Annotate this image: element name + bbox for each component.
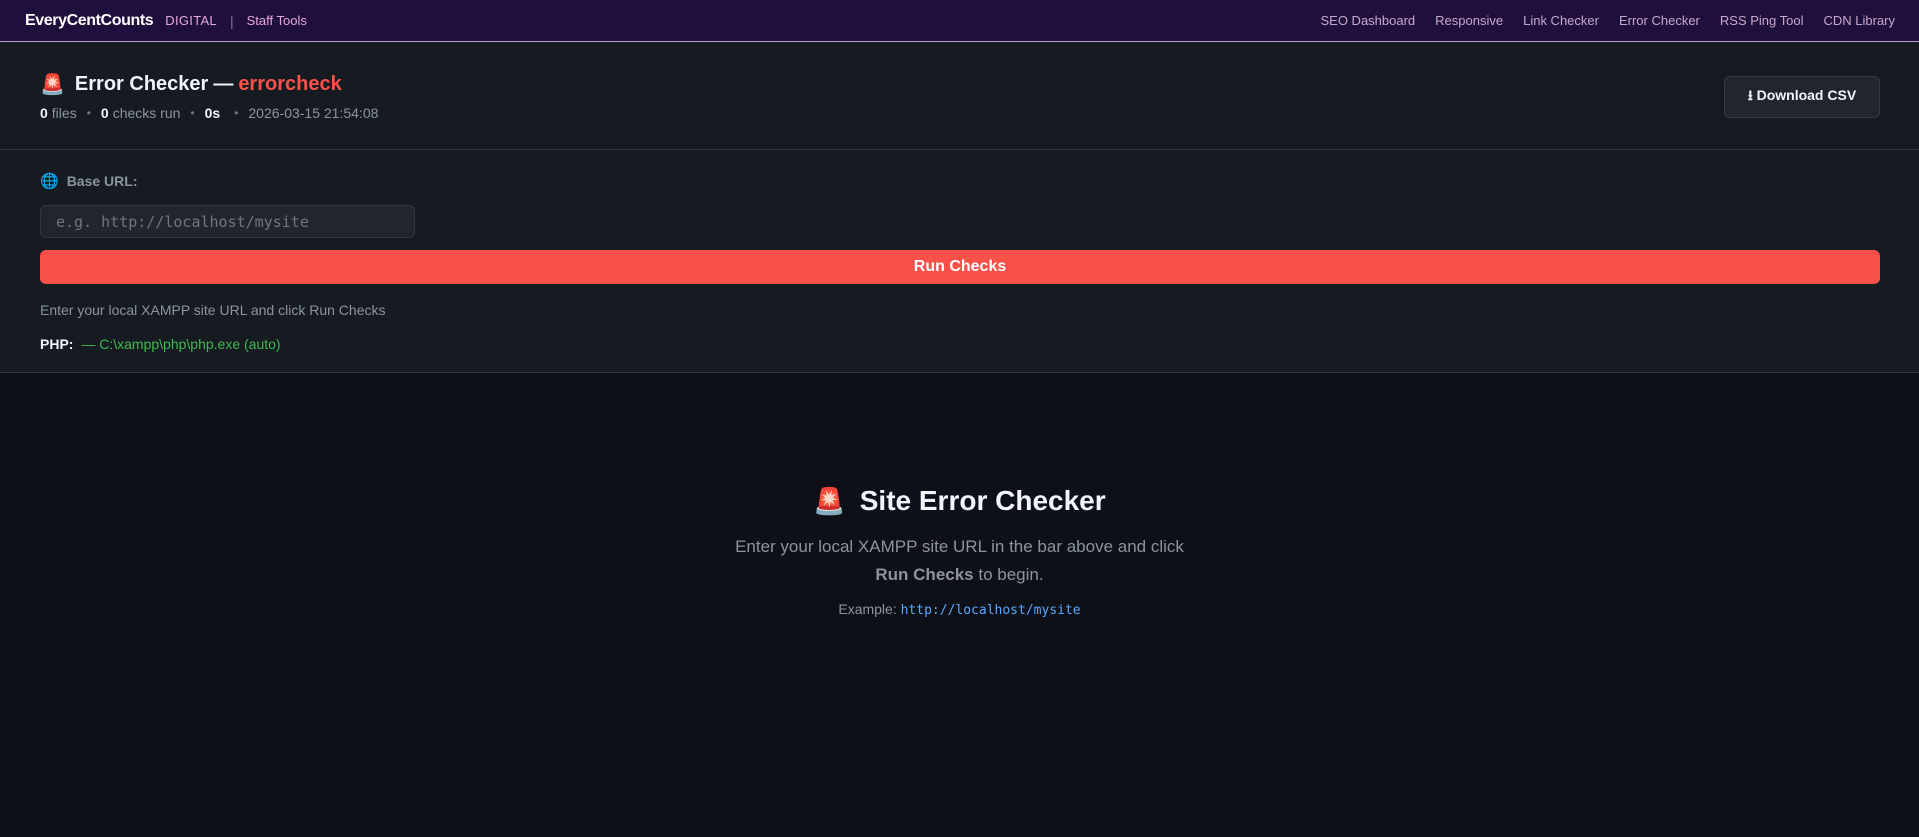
separator-dot: • — [190, 106, 195, 120]
title-dash: — — [213, 73, 234, 95]
stats-bar: 0 files • 0 checks run • 0s • 2026-03-15… — [40, 105, 1879, 121]
timestamp: 2026-03-15 21:54:08 — [248, 105, 379, 121]
brand-name[interactable]: EveryCentCounts — [25, 12, 154, 30]
nav-link-link-checker[interactable]: Link Checker — [1523, 13, 1599, 28]
php-status: PHP: — C:\xampp\php\php.exe (auto) — [40, 336, 1879, 352]
page-header: 🚨 Error Checker — errorcheck 0 files • 0… — [0, 42, 1919, 150]
checks-count: 0 — [100, 105, 109, 121]
files-label: files — [51, 105, 77, 121]
page-title: 🚨 Error Checker — errorcheck — [40, 72, 1879, 97]
separator-dot: • — [86, 106, 91, 120]
run-checks-button[interactable]: Run Checks — [40, 250, 1880, 284]
empty-state-description: Enter your local XAMPP site URL in the b… — [0, 533, 1919, 589]
empty-desc-line1: Enter your local XAMPP site URL in the b… — [735, 537, 1184, 556]
url-form: 🌐 Base URL: Run Checks Enter your local … — [0, 150, 1919, 373]
empty-state-title-text: Site Error Checker — [859, 485, 1106, 516]
empty-desc-end: to begin. — [973, 565, 1044, 584]
nav-links: SEO Dashboard Responsive Link Checker Er… — [1320, 13, 1895, 28]
siren-icon: 🚨 — [813, 485, 846, 516]
empty-state: 🚨 Site Error Checker Enter your local XA… — [0, 373, 1919, 618]
duration: 0s — [204, 105, 221, 121]
form-hint: Enter your local XAMPP site URL and clic… — [40, 302, 386, 318]
example-line: Example: http://localhost/mysite — [0, 601, 1919, 618]
nav-link-seo-dashboard[interactable]: SEO Dashboard — [1320, 13, 1415, 28]
nav-link-responsive[interactable]: Responsive — [1435, 13, 1503, 28]
brand[interactable]: EveryCentCounts DIGITAL | Staff Tools — [25, 12, 307, 30]
base-url-label-text: Base URL: — [66, 173, 138, 189]
separator-dot: • — [234, 106, 239, 120]
php-path: — C:\xampp\php\php.exe (auto) — [81, 336, 281, 352]
checks-label: checks run — [112, 105, 181, 121]
base-url-input[interactable] — [40, 205, 415, 238]
page-title-slug: errorcheck — [238, 73, 342, 95]
brand-separator: | — [229, 12, 234, 29]
siren-icon: 🚨 — [40, 74, 65, 96]
nav-link-rss-ping-tool[interactable]: RSS Ping Tool — [1720, 13, 1804, 28]
example-url: http://localhost/mysite — [900, 603, 1081, 618]
nav-link-error-checker[interactable]: Error Checker — [1619, 13, 1700, 28]
brand-tag: DIGITAL — [165, 13, 217, 28]
example-label: Example: — [838, 601, 901, 617]
page-title-text: Error Checker — [74, 73, 209, 95]
top-nav: EveryCentCounts DIGITAL | Staff Tools SE… — [0, 0, 1919, 42]
base-url-label: 🌐 Base URL: — [40, 172, 1879, 190]
brand-subtitle[interactable]: Staff Tools — [247, 13, 307, 28]
globe-icon: 🌐 — [40, 173, 59, 190]
empty-desc-bold: Run Checks — [875, 565, 974, 584]
empty-state-title: 🚨 Site Error Checker — [0, 485, 1919, 517]
nav-link-cdn-library[interactable]: CDN Library — [1823, 13, 1895, 28]
php-label: PHP: — [40, 336, 74, 352]
download-csv-button[interactable]: ⭳ Download CSV — [1724, 76, 1880, 118]
files-count: 0 — [40, 105, 48, 121]
